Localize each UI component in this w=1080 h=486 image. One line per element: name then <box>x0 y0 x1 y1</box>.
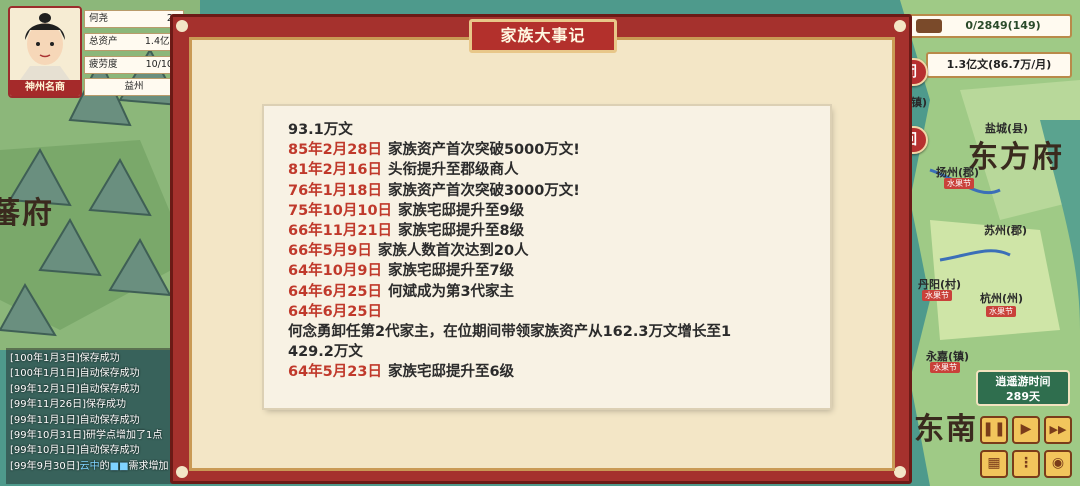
event-item: 66年5月9日 家族人数首次达到20人 <box>288 241 808 261</box>
event-text: 家族宅邸提升至8级 <box>398 223 525 240</box>
pause-button[interactable]: ❚❚ <box>980 416 1008 444</box>
log-text: 的 <box>99 460 110 472</box>
event-date: 81年2月16日 <box>288 162 382 179</box>
population-box: 0/2849(149) <box>906 14 1072 38</box>
fast-forward-button[interactable]: ▶▶ <box>1044 416 1072 444</box>
festival-tag: 水果节 <box>930 362 960 373</box>
event-date: 75年10月10日 <box>288 202 393 219</box>
event-date: 85年2月28日 <box>288 142 382 159</box>
region-label-west: 蕃府 <box>0 196 54 231</box>
corner-pin <box>176 20 188 32</box>
event-scroll[interactable]: 93.1万文 85年2月28日 家族资产首次突破5000万文! 81年2月16日头… <box>264 106 830 408</box>
footprint-icon[interactable]: ⋮ <box>1012 450 1040 478</box>
festival-tag: 水果节 <box>944 178 974 189</box>
festival-tag: 水果节 <box>986 306 1016 317</box>
event-item: 何念勇卸任第2代家主，在位期间带领家族资产从162.3万文增长至1 <box>288 322 808 342</box>
log-line: [99年11月1日]自动保存成功 <box>10 414 140 426</box>
event-text: 头衔提升至郡级商人 <box>387 162 519 179</box>
character-portrait-icon <box>10 8 80 80</box>
event-item: 64年6月25日 何斌成为第3代家主 <box>288 282 808 302</box>
total-assets-row: 总资产 1.4亿文 <box>84 33 184 51</box>
event-item: 93.1万文 <box>288 120 808 140</box>
corner-pin <box>894 20 906 32</box>
event-text: 93.1万文 <box>288 122 353 138</box>
log-place: 云中 <box>79 460 100 472</box>
event-item: 75年10月10日 家族宅邸提升至9级 <box>288 201 808 221</box>
log-line: [100年1月3日]保存成功 <box>10 353 120 364</box>
stat-label: 总资产 <box>89 36 118 47</box>
map-icon[interactable]: ▦ <box>980 450 1008 478</box>
message-log[interactable]: [100年1月3日]保存成功 [100年1月1日]自动保存成功 [99年12月1… <box>6 348 184 484</box>
player-name: 何尧 <box>89 13 109 24</box>
travel-days: 289天 <box>1006 390 1040 403</box>
event-text: 家族人数首次达到20人 <box>377 243 529 260</box>
population-value: 0/2849(149) <box>965 19 1041 32</box>
location-pin-icon[interactable]: ◉ <box>1044 450 1072 478</box>
city-yancheng[interactable]: 盐城(县) <box>985 120 1028 136</box>
carriage-icon <box>916 19 942 33</box>
event-text: 何斌成为第3代家主 <box>387 283 515 300</box>
player-name-row: 何尧 29 <box>84 10 184 28</box>
travel-label: 逍遥游时间 <box>995 375 1051 388</box>
money-box: 1.3亿文(86.7万/月) <box>926 52 1072 78</box>
event-text: 429.2万文 <box>288 344 363 361</box>
event-item: 429.2万文 <box>288 342 808 362</box>
log-text: 需求增加 <box>128 460 169 472</box>
event-item: 64年5月23日 家族宅邸提升至6级 <box>288 362 808 382</box>
log-line: [99年9月30日]云中的■■需求增加 <box>10 459 180 474</box>
play-button[interactable]: ▶ <box>1012 416 1040 444</box>
region-row[interactable]: 益州 <box>84 78 184 96</box>
event-text: 家族宅邸提升至9级 <box>398 202 525 219</box>
event-list: 93.1万文 85年2月28日 家族资产首次突破5000万文! 81年2月16日头… <box>288 120 808 383</box>
event-text: 家族资产首次突破3000万文! <box>387 182 580 199</box>
event-item: 85年2月28日 家族资产首次突破5000万文! <box>288 140 808 160</box>
travel-time-box: 逍遥游时间 289天 <box>976 370 1070 406</box>
stat-label: 疲劳度 <box>89 59 118 70</box>
player-panel: 神州名商 何尧 29 总资产 1.4亿文 疲劳度 10/100 益州 <box>4 4 184 98</box>
event-item: 81年2月16日 头衔提升至郡级商人 <box>288 160 808 180</box>
log-line: [99年12月1日]自动保存成功 <box>10 383 140 395</box>
event-item: 64年6月25日 <box>288 302 808 322</box>
log-line: [100年1月1日]自动保存成功 <box>10 368 140 380</box>
festival-tag: 水果节 <box>922 290 952 301</box>
player-title: 神州名商 <box>10 80 80 96</box>
event-text: 何念勇卸任第2代家主，在位期间带领家族资产从162.3万文增长至1 <box>288 324 732 341</box>
avatar[interactable]: 神州名商 <box>8 6 82 98</box>
modal-title: 家族大事记 <box>469 19 617 53</box>
event-text: 家族资产首次突破5000万文! <box>387 142 580 159</box>
event-item: 76年1月18日 家族资产首次突破3000万文! <box>288 181 808 201</box>
event-item: 64年10月9日 家族宅邸提升至7级 <box>288 261 808 281</box>
event-item: 66年11月21日 家族宅邸提升至8级 <box>288 221 808 241</box>
region-label-southeast: 东南 <box>914 412 978 447</box>
log-line: [99年11月26日]保存成功 <box>10 399 126 411</box>
log-line: [99年10月31日]研学点增加了1点 <box>10 430 163 442</box>
event-text: 家族宅邸提升至6级 <box>387 364 515 381</box>
region-label-east: 东方府 <box>968 140 1064 175</box>
city-hangzhou[interactable]: 杭州(州) <box>980 290 1023 306</box>
event-date: 66年5月9日 <box>288 243 372 260</box>
log-line: [99年10月1日]自动保存成功 <box>10 445 140 457</box>
corner-pin <box>894 466 906 478</box>
event-date: 76年1月18日 <box>288 182 382 199</box>
event-date: 64年5月23日 <box>288 364 382 381</box>
log-date: [99年9月30日] <box>10 460 80 472</box>
log-item: ■■ <box>109 460 129 472</box>
fatigue-row: 疲劳度 10/100 <box>84 56 184 74</box>
event-date: 66年11月21日 <box>288 223 393 240</box>
event-date: 64年6月25日 <box>288 283 382 300</box>
corner-pin <box>176 466 188 478</box>
event-date: 64年10月9日 <box>288 263 382 280</box>
event-date: 64年6月25日 <box>288 303 382 320</box>
city-suzhou[interactable]: 苏州(郡) <box>984 222 1027 238</box>
event-text: 家族宅邸提升至7级 <box>387 263 515 280</box>
